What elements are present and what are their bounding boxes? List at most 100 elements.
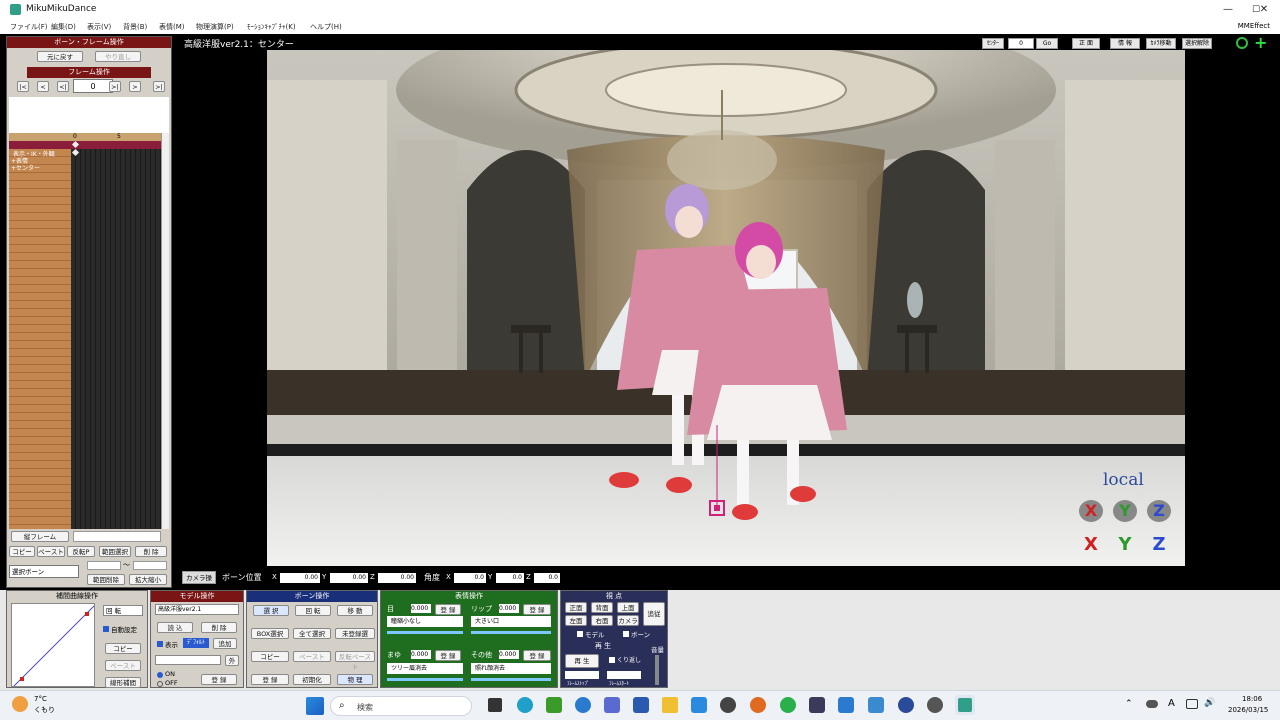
model-checkbox[interactable] bbox=[577, 631, 583, 637]
model-register-button[interactable]: 登 録 bbox=[201, 674, 237, 685]
add-icon[interactable]: + bbox=[1254, 35, 1268, 51]
vscode-icon[interactable] bbox=[838, 697, 854, 713]
store-icon[interactable] bbox=[691, 697, 707, 713]
local-x-axis-icon[interactable]: X bbox=[1079, 500, 1103, 522]
mmd-active-icon[interactable] bbox=[955, 695, 975, 715]
frame-next-button[interactable]: >| bbox=[109, 81, 121, 92]
bone-select-button[interactable]: 選 択 bbox=[253, 605, 289, 616]
view-front-button[interactable]: 正面 bbox=[565, 602, 587, 613]
firefox-icon[interactable] bbox=[750, 697, 766, 713]
interpolation-curve[interactable] bbox=[11, 603, 95, 687]
other-value[interactable]: 0.000 bbox=[499, 650, 519, 659]
lip-register-button[interactable]: 登 録 bbox=[523, 604, 551, 615]
display-icon[interactable] bbox=[1186, 699, 1198, 709]
display-default-button[interactable]: ﾃﾞﾌｫﾙﾄ bbox=[183, 638, 209, 648]
local-z-axis-icon[interactable]: Z bbox=[1147, 500, 1171, 522]
follow-button[interactable]: 追従 bbox=[643, 602, 665, 626]
reverse-paste-button[interactable]: 反転P bbox=[67, 546, 95, 557]
bone-paste-button[interactable]: ペースト bbox=[293, 651, 331, 662]
outer-parent-select[interactable] bbox=[155, 655, 221, 665]
volume-icon[interactable]: 🔊 bbox=[1204, 698, 1215, 708]
range-delete-button[interactable]: 範囲削除 bbox=[87, 574, 125, 585]
go-button[interactable]: Go bbox=[1036, 38, 1058, 49]
search-icon[interactable] bbox=[1236, 37, 1248, 49]
physics-button[interactable]: 物 理 bbox=[337, 674, 373, 685]
brow-value[interactable]: 0.000 bbox=[411, 650, 431, 659]
menu-file[interactable]: ファイル(F) bbox=[10, 22, 48, 32]
model-delete-button[interactable]: 削 除 bbox=[201, 622, 237, 633]
outer-parent-button[interactable]: 外 bbox=[225, 655, 239, 666]
edge-icon[interactable] bbox=[517, 697, 533, 713]
paste-button[interactable]: ペースト bbox=[37, 546, 65, 557]
front-button[interactable]: 正 面 bbox=[1072, 38, 1100, 49]
close-button[interactable]: ✕ bbox=[1250, 2, 1278, 18]
range-end-field[interactable] bbox=[133, 561, 167, 570]
camera-mode-button[interactable]: カメラ操 bbox=[182, 571, 216, 584]
pos-x-input[interactable]: 0.00 bbox=[280, 573, 320, 583]
eye-morph-select[interactable]: 瞳縮小なし bbox=[387, 616, 463, 627]
bone-move-button[interactable]: 移 動 bbox=[337, 605, 373, 616]
menu-edit[interactable]: 編集(D) bbox=[51, 22, 76, 32]
menu-view[interactable]: 表示(V) bbox=[87, 22, 111, 32]
interpolation-mode-select[interactable]: 回 転 bbox=[103, 605, 143, 616]
box-select-button[interactable]: BOX選択 bbox=[251, 628, 289, 639]
tray-chevron-icon[interactable]: ⌃ bbox=[1125, 699, 1133, 709]
app-icon-1[interactable] bbox=[604, 697, 620, 713]
scale-button[interactable]: 拡大縮小 bbox=[129, 574, 167, 585]
view-left-button[interactable]: 左面 bbox=[565, 615, 587, 626]
local-y-axis-icon[interactable]: Y bbox=[1113, 500, 1137, 522]
eye-slider[interactable] bbox=[387, 631, 463, 634]
app-icon-4[interactable] bbox=[898, 697, 914, 713]
bone-register-button[interactable]: 登 録 bbox=[251, 674, 289, 685]
frame-prev-key-button[interactable]: < bbox=[37, 81, 49, 92]
frame-first-button[interactable]: |< bbox=[17, 81, 29, 92]
bone-copy-button[interactable]: コピー bbox=[251, 651, 289, 662]
menu-motion-capture[interactable]: ﾓｰｼｮﾝｷｬﾌﾟﾁｬ(K) bbox=[247, 22, 296, 32]
display-checkbox[interactable] bbox=[157, 641, 163, 647]
chatgpt-icon[interactable] bbox=[720, 697, 736, 713]
app-icon-2[interactable] bbox=[633, 697, 649, 713]
frame-register-field[interactable] bbox=[73, 531, 161, 542]
off-radio[interactable] bbox=[157, 681, 163, 687]
repeat-checkbox[interactable] bbox=[609, 657, 615, 663]
frame-number-input[interactable]: 0 bbox=[73, 79, 113, 93]
frame-register-button[interactable]: 縦フレーム bbox=[11, 531, 69, 542]
model-select[interactable]: 高級洋服ver2.1 bbox=[155, 604, 239, 615]
menu-help[interactable]: ヘルプ(H) bbox=[310, 22, 342, 32]
brow-morph-select[interactable]: ツリー眉消去 bbox=[387, 663, 463, 674]
angle-x-input[interactable]: 0.0 bbox=[454, 573, 486, 583]
cloud-icon[interactable] bbox=[1146, 700, 1158, 708]
delete-button[interactable]: 削 除 bbox=[135, 546, 167, 557]
redo-button[interactable]: やり直し bbox=[95, 51, 141, 62]
view-right-button[interactable]: 右面 bbox=[591, 615, 613, 626]
range-select-button[interactable]: 範囲選択 bbox=[99, 546, 131, 557]
timeline-scrollbar[interactable] bbox=[161, 133, 169, 529]
timeline[interactable]: 0 5 表示・IK・外観 +表情 +センター bbox=[9, 133, 161, 529]
task-view-icon[interactable] bbox=[488, 698, 502, 712]
model-load-button[interactable]: 読 込 bbox=[157, 622, 193, 633]
brow-slider[interactable] bbox=[387, 678, 463, 681]
interp-copy-button[interactable]: コピー bbox=[105, 643, 141, 654]
bone-selector[interactable]: ｾﾝﾀｰ bbox=[982, 38, 1004, 49]
lip-value[interactable]: 0.000 bbox=[499, 604, 519, 613]
weather-icon[interactable] bbox=[12, 696, 28, 712]
play-button[interactable]: 再 生 bbox=[565, 654, 599, 668]
explorer-icon[interactable] bbox=[662, 697, 678, 713]
lip-slider[interactable] bbox=[471, 631, 551, 634]
frame-next-key-button[interactable]: > bbox=[129, 81, 141, 92]
angle-y-input[interactable]: 0.0 bbox=[496, 573, 524, 583]
camera-move-button[interactable]: ｶﾒﾗ移動 bbox=[1146, 38, 1176, 49]
eye-value[interactable]: 0.000 bbox=[411, 604, 431, 613]
linear-interp-button[interactable]: 線形補間 bbox=[105, 677, 141, 688]
global-y-axis-icon[interactable]: Y bbox=[1113, 534, 1137, 556]
global-x-axis-icon[interactable]: X bbox=[1079, 534, 1103, 556]
global-z-axis-icon[interactable]: Z bbox=[1147, 534, 1171, 556]
frame-last-button[interactable]: >| bbox=[153, 81, 165, 92]
frame-start-field[interactable] bbox=[565, 671, 599, 679]
app-icon-3[interactable] bbox=[868, 697, 884, 713]
view-back-button[interactable]: 背面 bbox=[591, 602, 613, 613]
menu-mmeffect[interactable]: MMEffect bbox=[1238, 22, 1270, 30]
menu-background[interactable]: 背景(B) bbox=[123, 22, 147, 32]
copilot-icon[interactable] bbox=[575, 697, 591, 713]
bone-rotate-button[interactable]: 回 転 bbox=[295, 605, 331, 616]
